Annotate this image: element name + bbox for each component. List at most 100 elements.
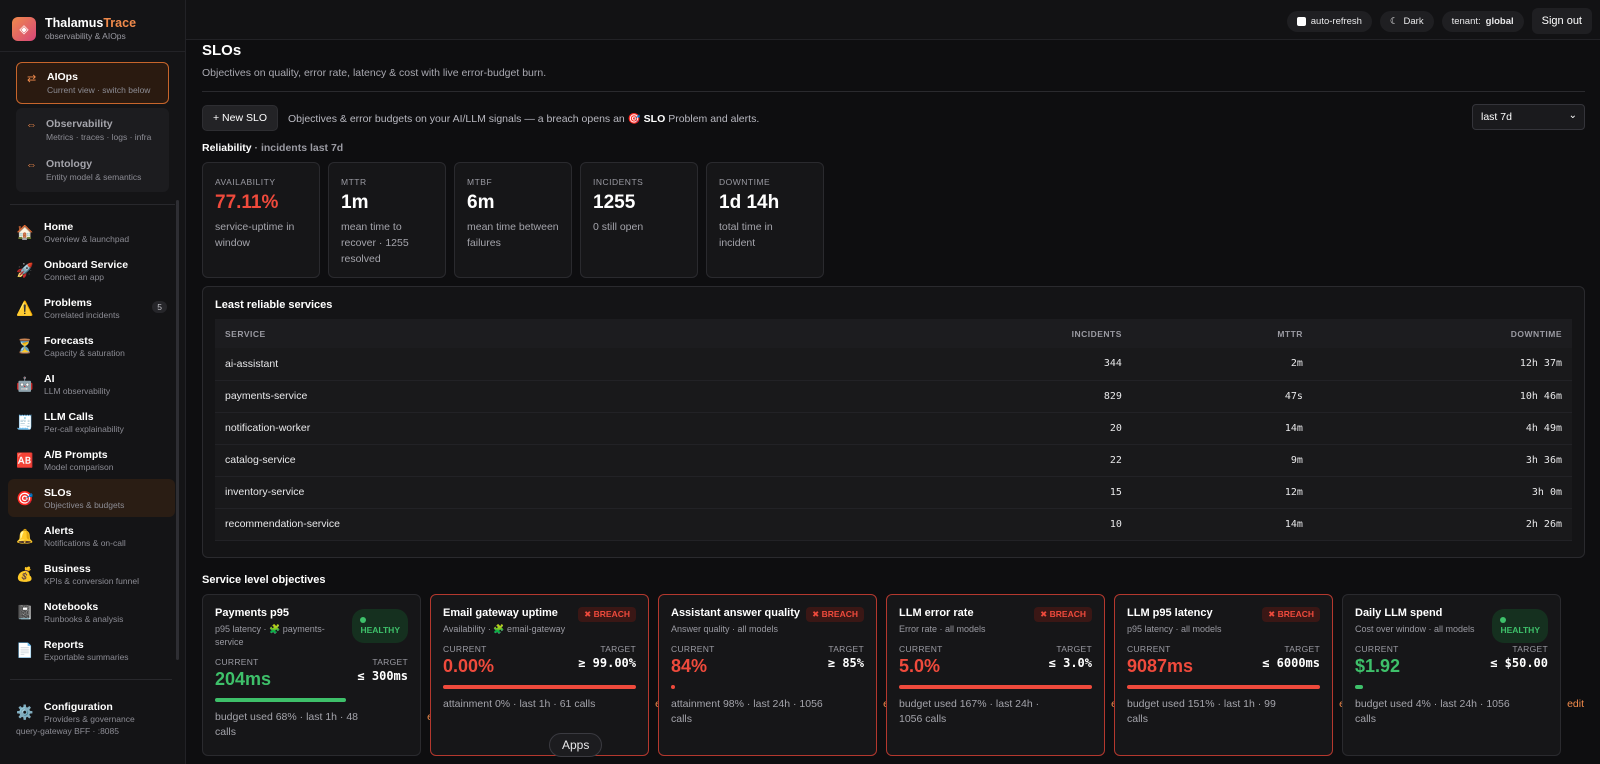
current-label: CURRENT [671,644,715,654]
slo-description: Cost over window · all models [1355,624,1475,634]
theme-toggle[interactable]: ☾ Dark [1379,10,1434,32]
column-header-mttr[interactable]: MTTR [1131,319,1313,348]
switcher-options: ⇔ Observability Metrics · traces · logs … [16,108,169,192]
kpi-label: MTTR [341,177,367,187]
slo-footer: budget used 151% · last 1h · 99 callsedi… [1127,697,1356,727]
budget-bar-fill [899,685,1092,689]
slo-card[interactable]: LLM error rate Error rate · all models ✖ B… [886,594,1128,756]
notifications-icon: 🔔 [16,527,34,544]
status-text: ✖ BREACH [584,609,630,619]
sidebar-item-a-b-prompts[interactable]: 🆎 A/B Prompts Model comparison [8,441,175,479]
current-value: 204ms [215,669,272,689]
nav-title: Alerts [44,524,74,537]
sidebar-item-alerts[interactable]: 🔔 Alerts Notifications & on-call [8,517,175,555]
connect-icon: 🚀 [16,261,34,278]
edit-link[interactable]: edit [1554,697,1584,712]
kpi-label: AVAILABILITY [215,177,276,187]
service-cell: catalog-service [215,444,1062,477]
overview-icon: 🏠 [16,223,34,240]
sidebar-item-home[interactable]: 🏠 Home Overview & launchpad [8,213,175,251]
slo-footer: attainment 98% · last 24h · 1056 callsed… [671,697,900,727]
sidebar-item-problems[interactable]: ⚠️ Problems Correlated incidents 5 [8,289,175,327]
sign-out-button[interactable]: Sign out [1531,8,1592,34]
incidents-cell: 10 [1061,508,1132,541]
mttr-cell: 14m [1131,508,1313,541]
page-title: SLOs [202,42,242,59]
reliability-kpis: AVAILABILITY 77.11% service-uptime in wind… [202,162,1585,278]
target-label: TARGET [828,644,864,654]
checkbox-icon[interactable] [1296,16,1306,26]
downtime-cell: 3h 36m [1312,444,1572,477]
table-row[interactable]: recommendation-service 10 14m 2h 26m [215,508,1572,541]
table-row[interactable]: payments-service 829 47s 10h 46m [215,380,1572,413]
table-row[interactable]: ai-assistant 344 2m 12h 37m [215,348,1572,381]
logo-icon: ◈ [12,16,36,41]
current-target-row: CURRENT 9087ms TARGET ≤ 6000ms [1127,644,1320,677]
sidebar-item-llm-calls[interactable]: 🧾 LLM Calls Per-call explainability [8,403,175,441]
slo-card[interactable]: LLM p95 latency p95 latency · all models ✖… [1114,594,1356,756]
downtime-cell: 10h 46m [1312,380,1572,413]
status-dot-icon [1500,617,1507,623]
tenant-selector[interactable]: tenant: global [1441,10,1524,32]
table-row[interactable]: notification-worker 20 14m 4h 49m [215,412,1572,445]
apps-tooltip: Apps [549,733,603,757]
time-range-value: last 7d [1481,111,1512,123]
switcher-ontology[interactable]: ⇔ Ontology Entity model & semantics [16,150,169,190]
current-target-row: CURRENT 84% TARGET ≥ 85% [671,644,864,677]
status-dot-icon [360,617,367,623]
current-label: CURRENT [899,644,943,654]
switcher-observability[interactable]: ⇔ Observability Metrics · traces · logs … [16,110,169,150]
llm-icon: 🤖 [16,375,34,392]
kpi-value: 6m [467,192,495,213]
kpi-description: mean time between failures [467,221,559,249]
sidebar-item-onboard-service[interactable]: 🚀 Onboard Service Connect an app [8,251,175,289]
divider [202,91,1585,92]
sidebar-item-reports[interactable]: 📄 Reports Exportable summaries [8,631,175,669]
sidebar-item-notebooks[interactable]: 📓 Notebooks Runbooks & analysis [8,593,175,631]
least-reliable-panel: Least reliable services SERVICE INCIDENT… [202,286,1585,558]
mttr-cell: 12m [1131,476,1313,509]
auto-refresh-toggle[interactable]: auto-refresh [1286,10,1372,32]
target-label: TARGET [1056,644,1092,654]
table-row[interactable]: inventory-service 15 12m 3h 0m [215,476,1572,509]
slo-card[interactable]: Email gateway uptime Availability · 🧩 ema… [430,594,672,756]
table-row[interactable]: catalog-service 22 9m 3h 36m [215,444,1572,477]
brand[interactable]: ◈ ThalamusTrace observability & AIOps [0,0,185,52]
kpi-value: 1255 [593,192,636,213]
sidebar-item-slos[interactable]: 🎯 SLOs Objectives & budgets [8,479,175,517]
nav-title: SLOs [44,486,72,499]
view-switcher: ⇄ AIOps Current view · switch below ⇔ Ob… [16,62,169,192]
time-range-select[interactable]: last 7d ⌄ [1472,104,1585,130]
chevron-down-icon: ⌄ [1568,110,1577,121]
column-header-service[interactable]: SERVICE [215,319,1062,348]
sidebar-item-ai[interactable]: 🤖 AI LLM observability [8,365,175,403]
sidebar-item-business[interactable]: 💰 Business KPIs & conversion funnel [8,555,175,593]
current-value: 9087ms [1127,656,1194,676]
slo-description: p95 latency · all models [1127,624,1222,634]
brand-name: ThalamusTrace [45,16,137,30]
sidebar-item-forecasts[interactable]: ⏳ Forecasts Capacity & saturation [8,327,175,365]
kpi-card-mttr: MTTR 1m mean time to recover · 1255 resolv… [328,162,446,278]
status-text: ✖ BREACH [812,609,858,619]
switcher-aiops[interactable]: ⇄ AIOps Current view · switch below [16,62,169,104]
gear-icon: ⚙️ [16,703,34,720]
column-header-incidents[interactable]: INCIDENTS [1061,319,1132,348]
slo-card[interactable]: Payments p95 p95 latency · 🧩 payments-ser… [202,594,444,756]
nav-title: Configuration [44,700,113,713]
column-header-downtime[interactable]: DOWNTIME [1312,319,1572,348]
incidents-cell: 20 [1061,412,1132,445]
tenant-label: tenant: [1451,15,1481,27]
budget-bar [1127,685,1320,689]
new-slo-button[interactable]: + New SLO [202,105,278,131]
sidebar-scrollbar[interactable] [176,200,179,660]
slo-card[interactable]: Assistant answer quality Answer quality ·… [658,594,900,756]
nav-subtitle: Objectives & budgets [44,499,125,510]
service-cell: recommendation-service [215,508,1062,541]
table-header-row: SERVICE INCIDENTS MTTR DOWNTIME [215,319,1572,348]
nav-title: LLM Calls [44,410,94,423]
slo-card[interactable]: Daily LLM spend Cost over window · all mo… [1342,594,1584,756]
capacity-icon: ⏳ [16,337,34,354]
model-icon: 🆎 [16,451,34,468]
slo-footer: attainment 0% · last 1h · 61 callsedit [443,697,672,712]
status-badge: ✖ BREACH [578,607,636,622]
